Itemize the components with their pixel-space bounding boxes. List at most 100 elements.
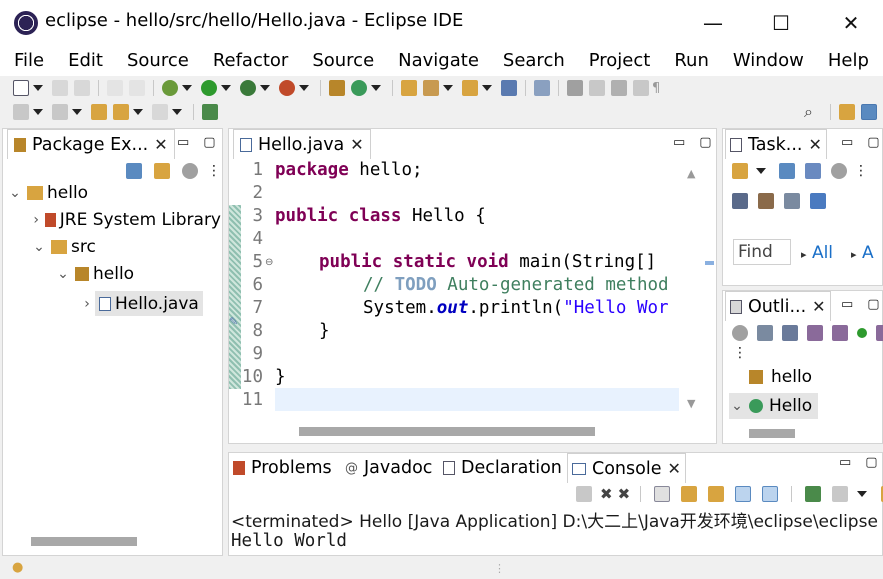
close-icon[interactable]: ✕ <box>154 135 167 154</box>
menu-refactor[interactable]: Refactor <box>213 50 289 71</box>
categorized-icon[interactable] <box>779 163 795 179</box>
chevron-down-icon[interactable]: ⌄ <box>31 239 47 255</box>
run-icon[interactable] <box>201 80 217 96</box>
tree-item-jre[interactable]: › JRE System Library <box>31 210 221 230</box>
undo-icon[interactable] <box>107 80 123 96</box>
save-icon[interactable] <box>52 80 68 96</box>
chevron-right-icon[interactable]: › <box>79 296 95 312</box>
coverage-icon[interactable] <box>240 80 256 96</box>
menu-source-2[interactable]: Source <box>312 50 374 71</box>
tab-problems[interactable]: Problems <box>233 453 332 483</box>
redo-icon[interactable] <box>129 80 145 96</box>
fold-icon[interactable]: ⊖ <box>265 257 273 268</box>
remove-all-icon[interactable]: ✖ <box>618 485 631 503</box>
close-icon[interactable]: ✕ <box>350 135 363 154</box>
java-perspective-icon[interactable] <box>861 104 877 120</box>
scheduled-icon[interactable] <box>805 163 821 179</box>
focus-icon[interactable] <box>831 163 847 179</box>
pilcrow-icon[interactable]: ¶ <box>652 81 660 96</box>
tab-console[interactable]: Console ✕ <box>567 453 686 483</box>
menu-edit[interactable]: Edit <box>68 50 103 71</box>
debug-icon[interactable] <box>162 80 178 96</box>
view-menu-icon[interactable]: ⋮ <box>733 345 747 361</box>
all-link[interactable]: ▸ All <box>801 243 833 263</box>
tab-package-explorer[interactable]: Package Ex... ✕ <box>7 129 175 159</box>
tab-javadoc[interactable]: @ Javadoc <box>345 453 432 483</box>
console-output-area[interactable]: <terminated> Hello [Java Application] D:… <box>229 507 882 555</box>
activate-link[interactable]: ▸ A <box>851 243 874 263</box>
new-icon[interactable] <box>13 80 29 96</box>
menu-window[interactable]: Window <box>733 50 804 71</box>
find-input[interactable]: Find <box>733 239 791 265</box>
terminal-icon[interactable] <box>501 80 517 96</box>
hide-fields-icon[interactable] <box>807 325 823 341</box>
view-menu-icon[interactable]: ⋮ <box>854 163 868 179</box>
scroll-up-icon[interactable]: ▲ <box>687 167 695 180</box>
pen-icon[interactable] <box>589 80 605 96</box>
overview-ruler-mark[interactable] <box>705 261 714 265</box>
menu-run[interactable]: Run <box>674 50 709 71</box>
show-whitespace-icon[interactable] <box>633 80 649 96</box>
new-package-icon[interactable] <box>329 80 345 96</box>
open-task-icon[interactable] <box>423 80 439 96</box>
hide-non-public-icon[interactable] <box>857 328 867 338</box>
tab-declaration[interactable]: Declaration <box>443 453 562 483</box>
scroll-down-icon[interactable]: ▼ <box>687 397 695 410</box>
menu-source[interactable]: Source <box>127 50 189 71</box>
tree-item-file[interactable]: › Hello.java <box>79 291 203 316</box>
outline-item-class[interactable]: ⌄ Hello <box>729 393 819 419</box>
hide-static-icon[interactable] <box>832 325 848 341</box>
close-icon[interactable]: ✕ <box>667 459 680 478</box>
next-annotation-icon[interactable] <box>13 104 29 120</box>
close-icon[interactable]: ✕ <box>808 135 821 154</box>
chevron-down-icon[interactable] <box>756 168 766 174</box>
horizontal-scrollbar[interactable] <box>31 537 137 546</box>
terminate-icon[interactable] <box>576 486 592 502</box>
search-folder-icon[interactable] <box>462 80 478 96</box>
minimize-button[interactable]: — <box>690 6 736 40</box>
minimize-maximize-icons[interactable]: ▭▢ <box>177 135 230 150</box>
sync-icon[interactable] <box>810 193 826 209</box>
menu-file[interactable]: File <box>14 50 44 71</box>
chevron-down-icon[interactable] <box>182 85 192 91</box>
chevron-down-icon[interactable] <box>857 491 868 497</box>
chevron-right-icon[interactable]: › <box>31 212 41 228</box>
open-perspective-icon[interactable] <box>839 104 855 120</box>
tab-hello-java[interactable]: Hello.java ✕ <box>233 129 371 159</box>
sort-icon[interactable] <box>782 325 798 341</box>
display-console-icon[interactable] <box>832 486 849 502</box>
annotation-icon[interactable] <box>567 80 583 96</box>
save-all-icon[interactable] <box>74 80 90 96</box>
chevron-down-icon[interactable] <box>299 85 309 91</box>
collapse-all-icon[interactable] <box>757 325 773 341</box>
close-window-button[interactable]: ✕ <box>828 6 874 40</box>
minimize-maximize-icons[interactable]: ▭▢ <box>841 297 883 312</box>
menu-navigate[interactable]: Navigate <box>398 50 479 71</box>
chevron-down-icon[interactable] <box>443 85 453 91</box>
link-editor-icon[interactable] <box>154 163 170 179</box>
lightbulb-icon[interactable]: ● <box>12 560 23 575</box>
search-icon[interactable]: ⌕ <box>804 102 813 122</box>
chevron-down-icon[interactable] <box>33 109 43 115</box>
filter-icon[interactable] <box>732 193 748 209</box>
chevron-down-icon[interactable] <box>172 109 182 115</box>
word-wrap-icon[interactable] <box>708 486 725 502</box>
focus-icon[interactable] <box>182 163 198 179</box>
minimize-maximize-icons[interactable]: ▭▢ <box>841 135 883 150</box>
chevron-down-icon[interactable] <box>260 85 270 91</box>
chevron-down-icon[interactable] <box>33 85 43 91</box>
menu-help[interactable]: Help <box>828 50 869 71</box>
chevron-down-icon[interactable] <box>482 85 492 91</box>
back-icon[interactable] <box>113 104 129 120</box>
outline-item-package[interactable]: hello <box>749 367 812 387</box>
menu-search[interactable]: Search <box>503 50 565 71</box>
chevron-down-icon[interactable] <box>371 85 381 91</box>
chevron-down-icon[interactable]: ⌄ <box>729 398 745 414</box>
previous-annotation-icon[interactable] <box>52 104 68 120</box>
code-area[interactable]: 1 2 3 4 5 ⊖ 6 7 8 9 10 11 package hello;… <box>229 159 716 443</box>
last-edit-icon[interactable] <box>91 104 107 120</box>
tab-task-list[interactable]: Task... ✕ <box>725 129 827 159</box>
chevron-down-icon[interactable] <box>72 109 82 115</box>
close-icon[interactable]: ✕ <box>812 297 825 316</box>
tree-item-package[interactable]: ⌄ hello <box>55 264 134 284</box>
